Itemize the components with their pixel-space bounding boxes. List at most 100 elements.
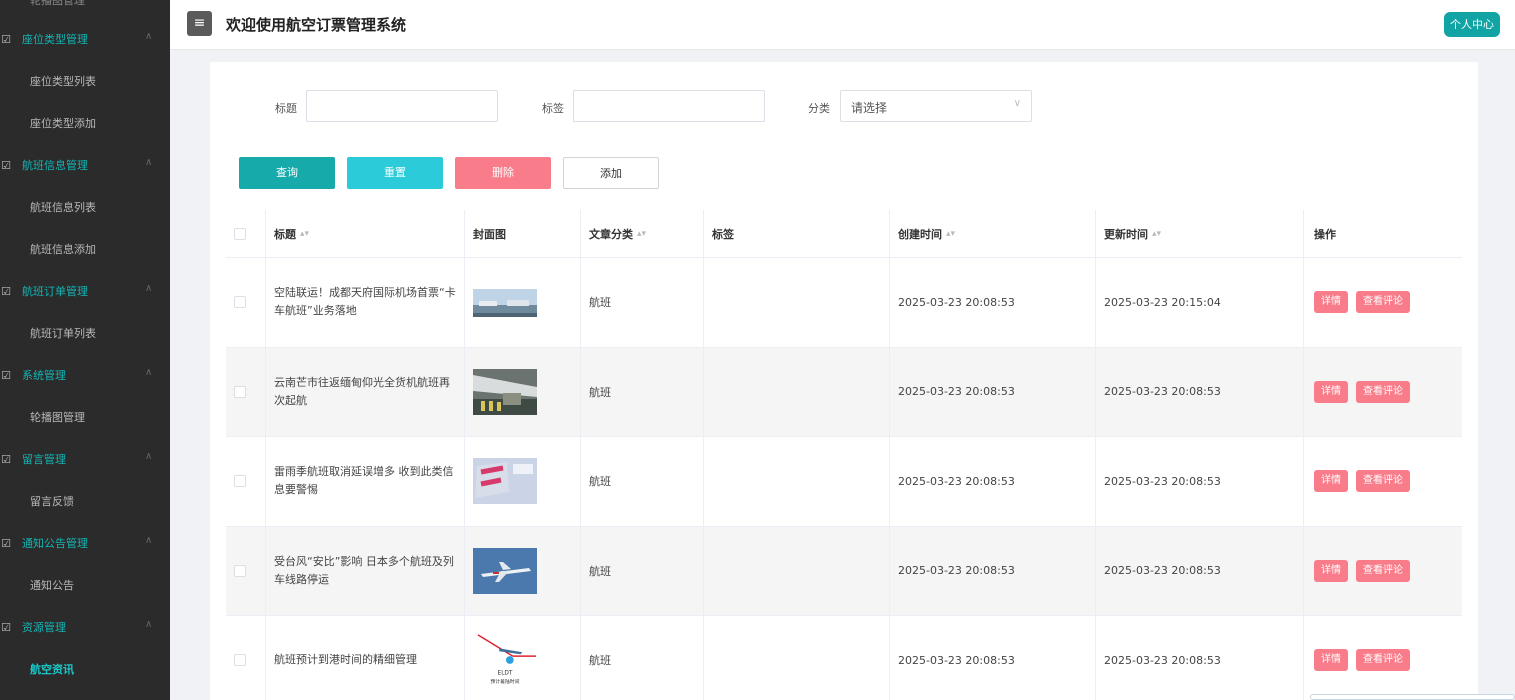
table-row[interactable]: 云南芒市往返缅甸仰光全货机航班再次起航 航班 2025-03-23 20:08:53… bbox=[226, 347, 1462, 437]
sidebar-item-label: 航班信息添加 bbox=[30, 243, 96, 256]
sidebar-group[interactable]: ☑ 资源管理 ∧ bbox=[0, 606, 170, 648]
col-updated[interactable]: 更新时间 ▴▾ bbox=[1096, 210, 1304, 257]
sidebar-item[interactable]: 通知公告 bbox=[0, 564, 170, 606]
cover-image bbox=[473, 547, 537, 594]
row-updated: 2025-03-23 20:08:53 bbox=[1104, 474, 1221, 488]
chevron-up-icon: ∧ bbox=[145, 535, 153, 546]
table-header-row: 标题 ▴▾ 封面图 文章分类 ▴▾ 标签 创建时间 ▴▾ 更新时间 ▴▾ 操作 bbox=[226, 210, 1462, 258]
sidebar-item[interactable]: 航班订单列表 bbox=[0, 312, 170, 354]
menu-toggle-icon[interactable]: ≡ bbox=[187, 11, 212, 36]
sidebar-item[interactable]: 轮播图管理 bbox=[0, 396, 170, 438]
checkbox-icon: ☑ bbox=[1, 620, 11, 634]
sidebar-group[interactable]: ☑ 座位类型管理 ∧ bbox=[0, 18, 170, 60]
row-checkbox[interactable] bbox=[234, 475, 246, 488]
row-title-cell: 雷雨季航班取消延误增多 收到此类信息要警惕 bbox=[266, 437, 465, 526]
view-comments-button[interactable]: 查看评论 bbox=[1356, 559, 1410, 582]
row-cover-cell bbox=[465, 526, 581, 615]
svg-text:ELDT: ELDT bbox=[498, 671, 513, 677]
row-created: 2025-03-23 20:08:53 bbox=[898, 653, 1015, 667]
scrollbar[interactable] bbox=[1310, 694, 1515, 700]
detail-button[interactable]: 详情 bbox=[1314, 291, 1348, 314]
sidebar-item-label: 留言反馈 bbox=[30, 495, 74, 508]
sidebar-group-label: 航班订单管理 bbox=[22, 285, 88, 298]
row-created-cell: 2025-03-23 20:08:53 bbox=[890, 526, 1096, 615]
table-row[interactable]: 受台风“安比”影响 日本多个航班及列车线路停运 航班 2025-03-23 20:0… bbox=[226, 526, 1462, 616]
sidebar-item-label: 座位类型列表 bbox=[30, 75, 96, 88]
col-created[interactable]: 创建时间 ▴▾ bbox=[890, 210, 1096, 257]
row-category-cell: 航班 bbox=[581, 437, 704, 526]
row-updated-cell: 2025-03-23 20:08:53 bbox=[1096, 526, 1304, 615]
sidebar-item[interactable]: 座位类型添加 bbox=[0, 102, 170, 144]
sidebar-item-label: 航班信息列表 bbox=[30, 201, 96, 214]
row-category: 航班 bbox=[589, 475, 611, 489]
view-comments-button[interactable]: 查看评论 bbox=[1356, 291, 1410, 314]
row-ops-cell: 详情 查看评论 bbox=[1304, 258, 1462, 347]
row-checkbox[interactable] bbox=[234, 385, 246, 398]
row-category: 航班 bbox=[589, 564, 611, 578]
sidebar-item[interactable]: 留言反馈 bbox=[0, 480, 170, 522]
col-category[interactable]: 文章分类 ▴▾ bbox=[581, 210, 704, 257]
view-comments-button[interactable]: 查看评论 bbox=[1356, 380, 1410, 403]
sort-icon[interactable]: ▴▾ bbox=[637, 229, 646, 239]
sidebar-group[interactable]: ☑ 通知公告管理 ∧ bbox=[0, 522, 170, 564]
row-select-cell bbox=[226, 347, 266, 436]
sidebar-item[interactable]: 座位类型列表 bbox=[0, 60, 170, 102]
sidebar-item[interactable]: 航空资讯 bbox=[0, 648, 170, 690]
row-created: 2025-03-23 20:08:53 bbox=[898, 564, 1015, 578]
delete-button[interactable]: 删除 bbox=[455, 157, 551, 189]
detail-button[interactable]: 详情 bbox=[1314, 380, 1348, 403]
title-filter-input[interactable] bbox=[306, 90, 498, 122]
row-tags-cell bbox=[704, 616, 890, 700]
row-created: 2025-03-23 20:08:53 bbox=[898, 385, 1015, 399]
checkbox-icon: ☑ bbox=[1, 452, 11, 466]
detail-button[interactable]: 详情 bbox=[1314, 470, 1348, 493]
sort-icon[interactable]: ▴▾ bbox=[1152, 229, 1161, 239]
col-title[interactable]: 标题 ▴▾ bbox=[266, 210, 465, 257]
sidebar-group[interactable]: ☑ 系统管理 ∧ bbox=[0, 354, 170, 396]
row-select-cell bbox=[226, 616, 266, 700]
tag-filter-input[interactable] bbox=[573, 90, 765, 122]
sidebar-group-label: 航班信息管理 bbox=[22, 159, 88, 172]
view-comments-button[interactable]: 查看评论 bbox=[1356, 470, 1410, 493]
sidebar-item[interactable]: 航班信息列表 bbox=[0, 186, 170, 228]
table-row[interactable]: 航班预计到港时间的精细管理 ELDT 预计着陆时间 航班 2025-03-23 20:0… bbox=[226, 616, 1462, 700]
row-ops-cell: 详情 查看评论 bbox=[1304, 348, 1462, 437]
row-tags-cell bbox=[704, 347, 890, 436]
row-checkbox[interactable] bbox=[234, 296, 246, 309]
row-category: 航班 bbox=[589, 385, 611, 399]
row-checkbox[interactable] bbox=[234, 654, 246, 667]
add-button[interactable]: 添加 bbox=[563, 157, 659, 189]
detail-button[interactable]: 详情 bbox=[1314, 649, 1348, 672]
reset-button[interactable]: 重置 bbox=[347, 157, 443, 189]
checkbox-icon: ☑ bbox=[1, 32, 11, 46]
row-updated-cell: 2025-03-23 20:08:53 bbox=[1096, 437, 1304, 526]
sidebar-item[interactable]: 航班信息添加 bbox=[0, 228, 170, 270]
row-updated: 2025-03-23 20:08:53 bbox=[1104, 564, 1221, 578]
sidebar-item-label: 轮播图管理 bbox=[30, 411, 85, 424]
user-center-button[interactable]: 个人中心 bbox=[1444, 12, 1500, 37]
col-ops: 操作 bbox=[1314, 227, 1336, 241]
table-row[interactable]: 雷雨季航班取消延误增多 收到此类信息要警惕 航班 2025-03-23 20:08:… bbox=[226, 437, 1462, 527]
sort-icon[interactable]: ▴▾ bbox=[300, 229, 309, 239]
sidebar-item-label: 航空资讯 bbox=[30, 663, 74, 676]
sidebar-item-partial[interactable]: 轮播图管理 bbox=[0, 0, 170, 18]
select-all-cell bbox=[226, 210, 266, 257]
row-updated: 2025-03-23 20:08:53 bbox=[1104, 653, 1221, 667]
sidebar-group[interactable]: ☑ 航班信息管理 ∧ bbox=[0, 144, 170, 186]
table-row[interactable]: 空陆联运！成都天府国际机场首票“卡车航班”业务落地 航班 2025-03-23 20… bbox=[226, 258, 1462, 348]
sidebar-group[interactable]: ☑ 留言管理 ∧ bbox=[0, 438, 170, 480]
row-tags-cell bbox=[704, 258, 890, 347]
row-tags-cell bbox=[704, 526, 890, 615]
row-select-cell bbox=[226, 258, 266, 347]
detail-button[interactable]: 详情 bbox=[1314, 559, 1348, 582]
row-checkbox[interactable] bbox=[234, 564, 246, 577]
search-button[interactable]: 查询 bbox=[239, 157, 335, 189]
category-select[interactable]: 请选择 ∨ bbox=[840, 90, 1032, 122]
view-comments-button[interactable]: 查看评论 bbox=[1356, 649, 1410, 672]
row-title-cell: 云南芒市往返缅甸仰光全货机航班再次起航 bbox=[266, 347, 465, 436]
sidebar-group[interactable]: ☑ 航班订单管理 ∧ bbox=[0, 270, 170, 312]
row-title-cell: 受台风“安比”影响 日本多个航班及列车线路停运 bbox=[266, 526, 465, 615]
checkbox-icon: ☑ bbox=[1, 284, 11, 298]
sort-icon[interactable]: ▴▾ bbox=[946, 229, 955, 239]
select-all-checkbox[interactable] bbox=[234, 227, 246, 240]
